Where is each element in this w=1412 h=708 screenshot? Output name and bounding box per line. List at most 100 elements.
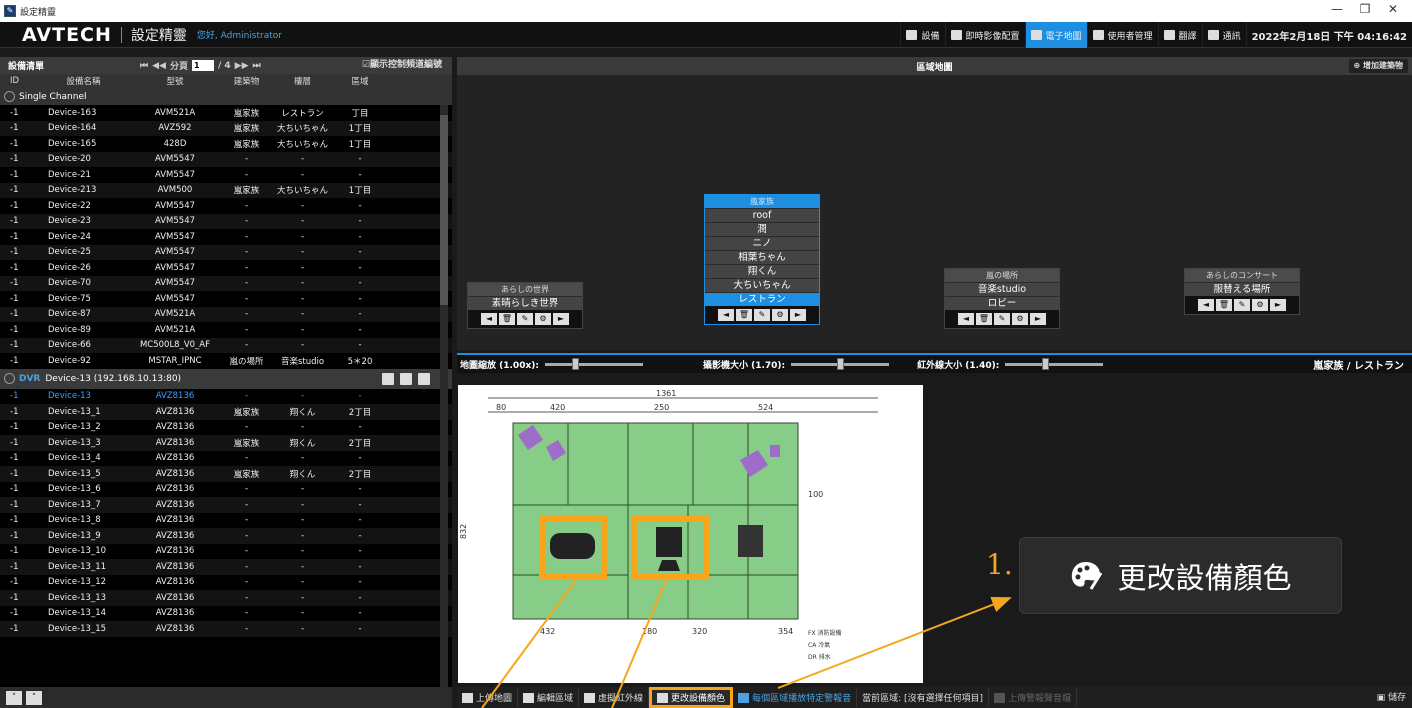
prev-icon[interactable]: ◄ [481,313,497,325]
wrench-icon[interactable]: ✎ [517,313,533,325]
building-card[interactable]: あらしの世界 素晴らしき世界 ◄ 🗑 ✎ ⚙ ► [467,282,583,329]
table-row[interactable]: -1 Device-25 AVM5547 - - - [0,244,452,260]
table-row[interactable]: -1 Device-13_13 AVZ8136 - - - [0,590,452,606]
table-row[interactable]: -1 Device-20 AVM5547 - - - [0,151,452,167]
next-icon[interactable]: ► [790,309,806,321]
refresh-icon[interactable] [400,372,412,385]
ir-size-slider[interactable]: 紅外線大小 (1.40): [917,357,1104,371]
table-row[interactable]: -1 Device-92 MSTAR_IPNC 嵐の場所 音楽studio 5＊20 [0,353,452,369]
nav-0[interactable]: 設備 [900,22,944,48]
table-row[interactable]: -1 Device-13_5 AVZ8136 嵐家族 翔くん 2丁目 [0,466,452,482]
collapse-icon[interactable]: ˅ [6,690,22,705]
table-row[interactable]: -1 Device-13_12 AVZ8136 - - - [0,574,452,590]
table-row[interactable]: -1 Device-21 AVM5547 - - - [0,167,452,183]
table-row[interactable]: -1 Device-13_2 AVZ8136 - - - [0,419,452,435]
table-row[interactable]: -1 Device-13_9 AVZ8136 - - - [0,528,452,544]
nav-2[interactable]: 電子地圖 [1024,22,1087,48]
table-row[interactable]: -1 Device-70 AVM5547 - - - [0,275,452,291]
floor-item[interactable]: 素晴らしき世界 [468,296,582,310]
trash-icon[interactable]: 🗑 [976,313,992,325]
map-zoom-slider[interactable]: 地圖縮放 (1.00x): [460,357,643,371]
floor-item[interactable]: レストラン [705,292,819,306]
column-header[interactable]: 區域 [331,75,389,87]
show-channel-checkbox[interactable]: ☑顯示控制頻道編號 [362,57,442,74]
upload-alarm-button[interactable]: 上傳警報聲音檔 [989,688,1078,707]
trash-icon[interactable]: 🗑 [1216,299,1232,311]
wrench-icon[interactable]: ✎ [754,309,770,321]
prev-icon[interactable]: ◄ [1198,299,1214,311]
table-row[interactable]: -1 Device-13_10 AVZ8136 - - - [0,543,452,559]
floor-item[interactable]: 大ちいちゃん [705,278,819,292]
building-card[interactable]: 嵐家族 roof 潤ニノ 相葉ちゃん 翔くん 大ちいちゃん レストラン ◄ 🗑 ✎ ⚙ ► [704,194,820,325]
camera-marker[interactable] [550,533,595,559]
table-row[interactable]: -1 Device-13_11 AVZ8136 - - - [0,559,452,575]
table-row[interactable]: -1 Device-66 MC500L8_V0_AF - - - [0,337,452,353]
column-header[interactable]: 建築物 [219,75,274,87]
wrench-icon[interactable] [382,372,394,385]
dvr-group-row[interactable]: DVR Device-13 (192.168.10.13:80) [0,368,452,389]
column-header[interactable]: ID [0,76,36,86]
table-row[interactable]: -1 Device-24 AVM5547 - - - [0,229,452,245]
building-card[interactable]: 嵐の場所 音楽studio ロビー ◄ 🗑 ✎ ⚙ ► [944,268,1060,329]
trash-icon[interactable]: 🗑 [736,309,752,321]
floor-item[interactable]: 潤 [705,222,819,236]
gear-icon[interactable]: ⚙ [772,309,788,321]
group-single-channel[interactable]: Single Channel [0,88,452,105]
table-row[interactable]: -1 Device-13_3 AVZ8136 嵐家族 翔くん 2丁目 [0,435,452,451]
add-building-button[interactable]: ⊕ 增加建築物 [1348,59,1408,73]
group-toggle-icon[interactable] [4,91,15,102]
scrollbar-thumb[interactable] [440,115,448,305]
floor-item[interactable]: 音楽studio [945,282,1059,296]
alarm-sound-button[interactable]: 每個區域播放特定警報音 [733,688,858,707]
nav-5[interactable]: 通訊 [1201,22,1246,48]
table-row[interactable]: -1 Device-163 AVM521A 嵐家族 レストラン 丁目 [0,105,452,121]
floor-item[interactable]: 服替える場所 [1185,282,1299,296]
first-page-button[interactable]: ⏮ [140,61,148,71]
change-device-color-button[interactable]: 更改設備顏色 [649,687,734,708]
restore-button[interactable]: ❐ [1356,2,1374,16]
edit-area-button[interactable]: 編輯區域 [518,688,580,707]
table-row[interactable]: -1 Device-23 AVM5547 - - - [0,213,452,229]
table-row[interactable]: -1 Device-213 AVM500 嵐家族 大ちいちゃん 1丁目 [0,182,452,198]
floor-item[interactable]: roof [705,208,819,222]
table-row[interactable]: -1 Device-13_8 AVZ8136 - - - [0,512,452,528]
save-button[interactable]: ▣ 儲存 [1377,690,1406,703]
next-icon[interactable]: ► [1270,299,1286,311]
device-list-scrollbar[interactable] [440,105,448,687]
floor-plan[interactable]: 1361 80 420 250 524 432 180 320 354 100 … [458,385,923,683]
virtual-ir-button[interactable]: 虛擬紅外線 [579,688,650,707]
next-icon[interactable]: ► [553,313,569,325]
table-row[interactable]: -1 Device-26 AVM5547 - - - [0,260,452,276]
table-row[interactable]: -1 Device-13_6 AVZ8136 - - - [0,481,452,497]
close-button[interactable]: ✕ [1384,2,1402,16]
camera-size-slider[interactable]: 攝影機大小 (1.70): [703,357,890,371]
camera-marker[interactable] [656,527,682,557]
trash-icon[interactable]: 🗑 [499,313,515,325]
gear-icon[interactable]: ⚙ [535,313,551,325]
next-page-button[interactable]: ▶▶ [235,61,249,71]
table-row[interactable]: -1 Device-13_7 AVZ8136 - - - [0,497,452,513]
slider-knob[interactable] [836,357,844,370]
table-row[interactable]: -1 Device-89 AVM521A - - - [0,322,452,338]
nav-4[interactable]: 翻譯 [1157,22,1202,48]
nav-3[interactable]: 使用者管理 [1086,22,1158,48]
gear-icon[interactable]: ⚙ [1252,299,1268,311]
group-toggle-icon[interactable] [4,373,15,384]
table-row[interactable]: -1 Device-75 AVM5547 - - - [0,291,452,307]
trash-icon[interactable] [418,372,430,385]
prev-page-button[interactable]: ◀◀ [152,61,166,71]
column-header[interactable]: 型號 [131,75,219,87]
slider-track[interactable] [1005,357,1104,370]
column-header[interactable]: 樓層 [274,75,331,87]
page-input[interactable]: 1 [191,60,214,71]
prev-icon[interactable]: ◄ [958,313,974,325]
next-icon[interactable]: ► [1030,313,1046,325]
last-page-button[interactable]: ⏭ [253,61,261,71]
prev-icon[interactable]: ◄ [718,309,734,321]
table-row[interactable]: -1 Device-13_4 AVZ8136 - - - [0,450,452,466]
table-row[interactable]: -1 Device-13 AVZ8136 - - - [0,388,452,404]
floor-item[interactable]: 相葉ちゃん [705,250,819,264]
slider-track[interactable] [791,357,890,370]
table-row[interactable]: -1 Device-22 AVM5547 - - - [0,198,452,214]
wrench-icon[interactable]: ✎ [1234,299,1250,311]
